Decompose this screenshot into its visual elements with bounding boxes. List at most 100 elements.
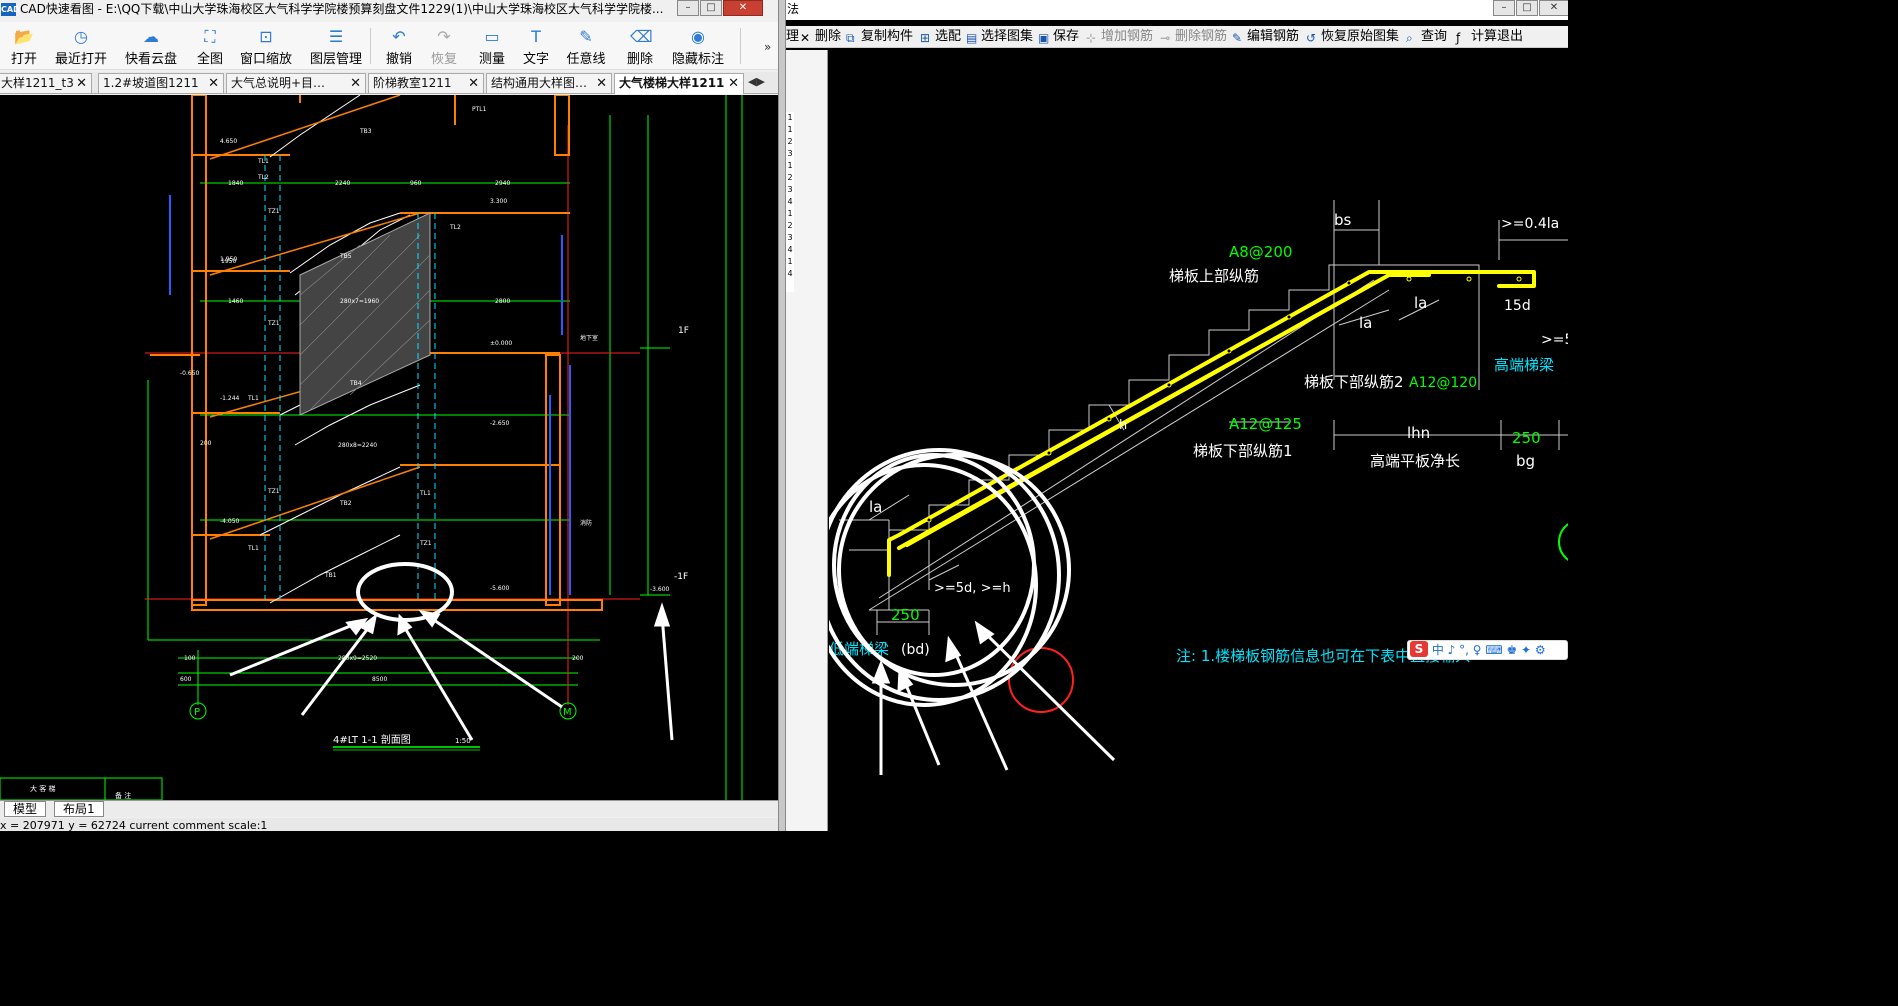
side-index-item[interactable]: 4 xyxy=(786,196,794,208)
ime-toolbar[interactable]: S 中 ♪ °, ♀ ⌨ ♚ ✦ ⚙ xyxy=(1407,640,1568,660)
toolbar-button-8[interactable]: ↷ 恢复 xyxy=(426,24,462,68)
side-index-item[interactable]: 1 xyxy=(786,124,794,136)
rebar-toolbar: 理 ✕ 删除 ⧉ 复制构件 ⊞ 选配 ▤ 选择图集 ▣ 保存 ⊹ 增加钢筋 ⊸ 删除钢筋 ✎ 编辑钢筋 ↺ 恢复原始… xyxy=(786,26,1568,48)
dim-label: 200 xyxy=(200,440,212,447)
document-tab-4[interactable]: 阶梯教室1211 ✕ xyxy=(368,73,484,94)
toolbar-button-13[interactable]: ◉ 隐藏标注 xyxy=(670,24,726,68)
minimize-icon[interactable]: – xyxy=(677,0,699,16)
side-index-item[interactable]: 4 xyxy=(786,244,794,256)
toolbar-button-2[interactable]: ◷ 最近打开 xyxy=(52,24,110,68)
folder-open-icon: 📂 xyxy=(14,27,34,46)
toolbar-button-4[interactable]: ⛶ 全图 xyxy=(192,24,228,68)
section-caption: 4#LT 1-1 剖面图 xyxy=(333,733,411,746)
rebar-toolbar-label: 选择图集 xyxy=(981,29,1034,44)
rebar-toolbar-button-3[interactable]: ⧉ 复制构件 xyxy=(846,28,913,46)
toolbar-button-10[interactable]: T 文字 xyxy=(518,24,554,68)
toolbar-button-label: 窗口缩放 xyxy=(239,52,292,67)
side-index-item[interactable]: 1 xyxy=(786,208,794,220)
rebar-toolbar-button-4[interactable]: ⊞ 选配 xyxy=(920,28,961,46)
rebar-toolbar-button-6[interactable]: ▣ 保存 xyxy=(1038,28,1079,46)
minimize-icon[interactable]: – xyxy=(1493,0,1515,16)
side-index-item[interactable]: 4 xyxy=(786,268,794,280)
section-scale: 1:50 xyxy=(455,737,471,745)
stair-label: TB1 xyxy=(324,572,337,579)
toolbar-button-1[interactable]: 📂 打开 xyxy=(6,24,42,68)
toolbar-more-icon[interactable]: » xyxy=(764,40,771,54)
toolbar-button-5[interactable]: ⊡ 窗口缩放 xyxy=(237,24,295,68)
tab-close-icon[interactable]: ✕ xyxy=(76,74,87,93)
tab-close-icon[interactable]: ✕ xyxy=(596,74,607,93)
rebar-toolbar-button-12[interactable]: ƒ 计算退出 xyxy=(1456,28,1523,46)
side-index-item[interactable]: 2 xyxy=(786,172,794,184)
side-index-item[interactable]: 2 xyxy=(786,136,794,148)
document-tab-6[interactable]: 大气楼梯大样1211 ✕ xyxy=(614,73,744,94)
side-index-item[interactable]: 2 xyxy=(786,220,794,232)
beam-label: TL1 xyxy=(247,395,259,402)
freeline-icon: ✎ xyxy=(579,27,593,46)
rebar-toolbar-button-7[interactable]: ⊹ 增加钢筋 xyxy=(1086,28,1153,46)
side-index-item[interactable]: 1 xyxy=(786,112,794,124)
document-tab-5[interactable]: 结构通用大样图… ✕ xyxy=(486,73,612,94)
rebar-toolbar-label: 复制构件 xyxy=(861,29,914,44)
toolbar-button-12[interactable]: ⌫ 删除 xyxy=(622,24,658,68)
layers-icon: ☰ xyxy=(328,27,344,46)
toolbar-button-3[interactable]: ☁ 快看云盘 xyxy=(122,24,180,68)
toolbar-button-11[interactable]: ✎ 任意线 xyxy=(563,24,609,68)
tab-close-icon[interactable]: ✕ xyxy=(728,74,739,93)
left-titlebar[interactable]: CAD CAD快速看图 - E:\QQ下载\中山大学珠海校区大气科学学院楼预算刻… xyxy=(0,0,778,20)
document-tab-2[interactable]: 1.2#坡道图1211 ✕ xyxy=(98,73,224,94)
dim-label: 1950 xyxy=(221,258,236,265)
dim-h: h xyxy=(1119,418,1127,433)
ime-status[interactable]: 中 ♪ °, ♀ ⌨ ♚ ✦ ⚙ xyxy=(1432,643,1546,657)
toolbar-button-9[interactable]: ▭ 测量 xyxy=(474,24,510,68)
dim-250b: 250 xyxy=(891,606,920,624)
rebar-toolbar-button-1[interactable]: 理 xyxy=(786,28,799,46)
maximize-icon[interactable]: □ xyxy=(1516,0,1538,16)
tab-scroll-icon[interactable]: ◀▶ xyxy=(748,75,765,88)
label-high-slab: 高端平板净长 xyxy=(1370,452,1460,470)
sogou-logo-icon: S xyxy=(1410,641,1428,657)
toolbar-button-6[interactable]: ☰ 图层管理 xyxy=(307,24,365,68)
rebar-toolbar-button-5[interactable]: ▤ 选择图集 xyxy=(966,28,1033,46)
rebar-toolbar-button-8[interactable]: ⊸ 删除钢筋 xyxy=(1160,28,1227,46)
side-index-item[interactable]: 3 xyxy=(786,148,794,160)
rebar-toolbar-button-9[interactable]: ✎ 编辑钢筋 xyxy=(1232,28,1299,46)
calc-exit-icon: ƒ xyxy=(1456,31,1461,45)
close-icon[interactable]: ✕ xyxy=(723,0,763,16)
axis-p-label: P xyxy=(194,707,200,718)
window-title: CAD快速看图 - E:\QQ下载\中山大学珠海校区大气科学学院楼预算刻盘文件1… xyxy=(20,2,664,16)
tab-label: 大气总说明+目… xyxy=(231,76,326,90)
toolbar-button-7[interactable]: ↶ 撤销 xyxy=(381,24,417,68)
side-index-item[interactable]: 3 xyxy=(786,184,794,196)
document-tab-3[interactable]: 大气总说明+目… ✕ xyxy=(226,73,366,94)
dim-04la: >=0.4la xyxy=(1501,216,1559,232)
cad-drawing-canvas-left[interactable]: 4.650 3.300 1.950 ±0.000 -0.650 -1.244 -… xyxy=(0,94,778,801)
toolbar-button-label: 删除 xyxy=(626,52,653,67)
rebar-toolbar-button-11[interactable]: ⌕ 查询 xyxy=(1406,28,1447,46)
tab-close-icon[interactable]: ✕ xyxy=(468,74,479,93)
rebar-toolbar-label: 理 xyxy=(786,29,800,44)
document-tab-1[interactable]: 大样1211_t3 ✕ xyxy=(0,73,92,94)
side-index-item[interactable]: 1 xyxy=(786,160,794,172)
rebar-toolbar-button-10[interactable]: ↺ 恢复原始图集 xyxy=(1306,28,1399,46)
beam-label: TL1 xyxy=(257,158,269,165)
beam-label: PTL1 xyxy=(472,106,487,113)
right-title-char: 法 xyxy=(787,2,800,16)
stair-label: TB3 xyxy=(359,128,372,135)
tab-model[interactable]: 模型 xyxy=(4,801,47,817)
right-titlebar[interactable]: 法 – □ ✕ xyxy=(786,0,1568,20)
tab-close-icon[interactable]: ✕ xyxy=(208,74,219,93)
side-index-item[interactable]: 1 xyxy=(786,256,794,268)
tab-close-icon[interactable]: ✕ xyxy=(350,74,361,93)
side-index-item[interactable]: 3 xyxy=(786,232,794,244)
right-rebar-window: 法 – □ ✕ 理 ✕ 删除 ⧉ 复制构件 ⊞ 选配 ▤ 选择图集 ▣ 保存 ⊹ 增加钢筋 ⊸ 删除钢筋 ✎ 编… xyxy=(786,0,1568,831)
close-icon[interactable]: ✕ xyxy=(1539,0,1568,16)
dim-bs: bs xyxy=(1334,211,1352,229)
maximize-icon[interactable]: □ xyxy=(700,0,722,16)
save-icon: ▣ xyxy=(1038,31,1050,45)
tab-layout1[interactable]: 布局1 xyxy=(54,801,104,817)
dim-label: 960 xyxy=(410,180,422,187)
rebar-toolbar-button-2[interactable]: ✕ 删除 xyxy=(800,28,841,46)
rebar-detail-canvas[interactable]: bs >=0.4la A8@200 梯板上部纵筋 la la 15d >=5d … xyxy=(810,50,1568,831)
annotation-circles xyxy=(810,448,1071,707)
